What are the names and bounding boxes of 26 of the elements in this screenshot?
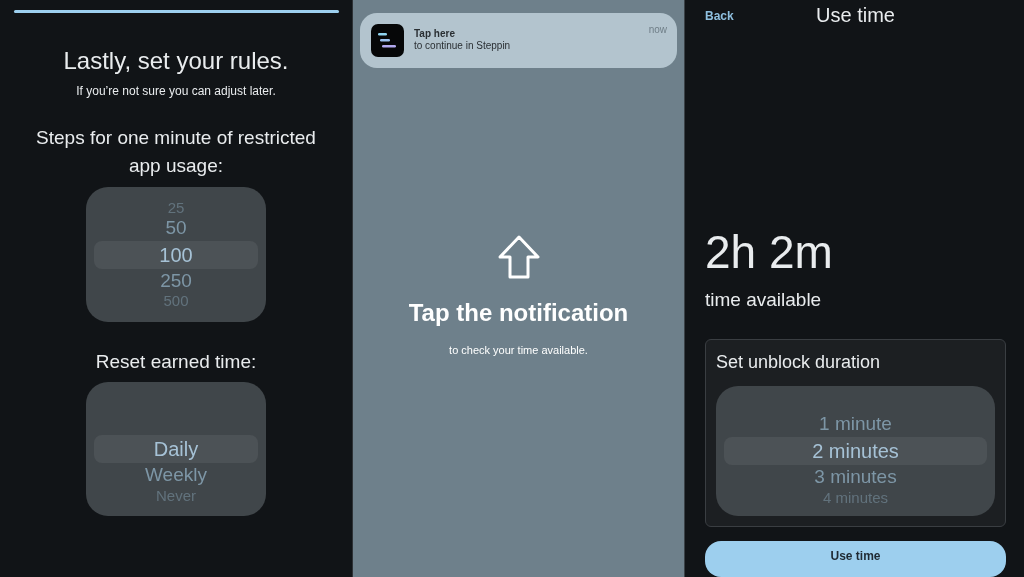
- picker-label: Steps for one minute of restricted app usage:: [35, 126, 317, 178]
- picker-option[interactable]: 100: [94, 240, 258, 269]
- picker-option[interactable]: Weekly: [145, 463, 207, 488]
- screen-title: Use time: [816, 4, 895, 27]
- app-icon: [371, 24, 404, 57]
- time-value: 2h 2m: [705, 225, 834, 279]
- screen-title: Lastly, set your rules.: [63, 47, 289, 75]
- card-title: Set unblock duration: [716, 352, 882, 373]
- notification-time: now: [648, 24, 667, 37]
- picker-option[interactable]: Daily: [94, 435, 258, 463]
- time-label: time available: [705, 289, 823, 311]
- picker-label: Reset earned time:: [94, 350, 258, 374]
- notification-banner[interactable]: Tap here to continue in Steppin now: [360, 13, 677, 68]
- notification-text: to continue in Steppin: [414, 40, 512, 51]
- picker-option[interactable]: 50: [165, 215, 187, 241]
- back-button[interactable]: Back: [705, 8, 734, 23]
- picker-option[interactable]: 2 minutes: [724, 437, 987, 465]
- picker-option[interactable]: 1 minute: [819, 412, 892, 437]
- subtitle: If you’re not sure you can adjust later.: [76, 84, 276, 98]
- picker-option[interactable]: 250: [160, 268, 192, 294]
- use-time-button[interactable]: Use time: [705, 541, 1006, 577]
- picker-option[interactable]: 3 minutes: [814, 465, 897, 490]
- caption: to check your time available.: [449, 344, 588, 356]
- up-arrow-icon: [496, 235, 541, 279]
- heading: Tap the notification: [408, 299, 629, 327]
- notification-title: Tap here: [414, 28, 456, 39]
